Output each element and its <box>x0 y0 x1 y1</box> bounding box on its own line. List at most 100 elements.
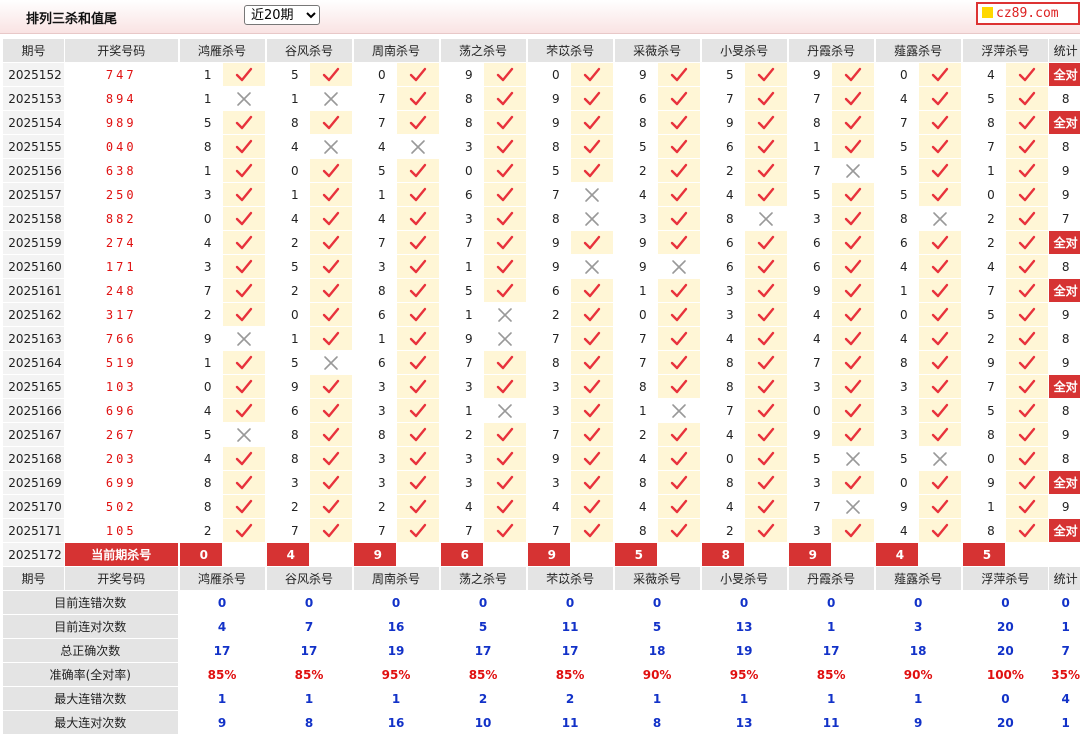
kill-number: 2 <box>625 164 647 178</box>
kill-number-cell: 5 <box>875 135 919 159</box>
kill-number: 8 <box>364 428 386 442</box>
check-icon <box>1006 423 1049 447</box>
current-kill-cell: 9 <box>788 543 832 567</box>
summary-value-text: 11 <box>823 716 840 730</box>
column-header: 丹霞杀号 <box>788 39 875 63</box>
summary-value: 2 <box>440 687 527 711</box>
kill-number-cell: 8 <box>440 111 484 135</box>
summary-value-text: 1 <box>914 692 922 706</box>
check-icon <box>571 303 614 327</box>
kill-number-cell: 4 <box>962 255 1006 279</box>
summary-value-text: 2 <box>479 692 487 706</box>
kill-number-cell: 1 <box>875 279 919 303</box>
draw-number: 248 <box>106 284 137 298</box>
summary-value: 1 <box>353 687 440 711</box>
kill-number: 0 <box>973 452 995 466</box>
period-select[interactable]: 近20期 <box>244 5 320 25</box>
summary-value-text: 0 <box>566 596 574 610</box>
kill-number-cell: 7 <box>614 351 658 375</box>
kill-number: 8 <box>625 116 647 130</box>
kill-number: 5 <box>277 356 299 370</box>
kill-number: 6 <box>625 92 647 106</box>
check-icon <box>658 111 701 135</box>
kill-number-cell: 1 <box>440 399 484 423</box>
kill-number-cell: 3 <box>701 303 745 327</box>
summary-value: 0 <box>962 591 1049 615</box>
site-logo[interactable]: cz89.com <box>976 2 1080 25</box>
kill-number: 8 <box>538 356 560 370</box>
kill-number-cell: 3 <box>353 399 397 423</box>
kill-number-cell: 8 <box>962 111 1006 135</box>
kill-number: 5 <box>277 68 299 82</box>
kill-number-cell: 5 <box>614 135 658 159</box>
kill-number: 9 <box>799 428 821 442</box>
kill-number: 3 <box>451 140 473 154</box>
kill-number-cell: 1 <box>614 399 658 423</box>
kill-number: 3 <box>712 308 734 322</box>
kill-number: 5 <box>886 452 908 466</box>
kill-number: 9 <box>799 68 821 82</box>
summary-value-text: 0 <box>1061 596 1069 610</box>
check-icon <box>658 87 701 111</box>
summary-value-text: 19 <box>736 644 753 658</box>
summary-value: 0 <box>266 591 353 615</box>
issue-number: 2025163 <box>5 332 61 346</box>
column-header-label: 鸿雁杀号 <box>198 572 246 586</box>
kill-number-cell: 7 <box>353 231 397 255</box>
issue-cell: 2025165 <box>3 375 65 399</box>
column-header-label: 采薇杀号 <box>633 572 681 586</box>
table-row: 202516726758827249389 <box>3 423 1080 447</box>
kill-number-cell: 3 <box>353 447 397 471</box>
check-icon <box>1006 63 1049 87</box>
kill-number: 7 <box>538 524 560 538</box>
kill-number: 3 <box>799 476 821 490</box>
draw-number: 747 <box>106 68 137 82</box>
issue-cell: 2025155 <box>3 135 65 159</box>
current-issue-cell: 2025172 <box>3 543 65 567</box>
summary-value: 10 <box>440 711 527 735</box>
check-icon <box>223 447 266 471</box>
kill-number: 3 <box>364 260 386 274</box>
summary-value: 13 <box>701 615 788 639</box>
column-header: 开奖号码 <box>65 39 179 63</box>
summary-value-text: 1 <box>827 692 835 706</box>
kill-number: 4 <box>712 428 734 442</box>
kill-number: 3 <box>799 524 821 538</box>
summary-value-text: 4 <box>1061 692 1069 706</box>
issue-cell: 2025170 <box>3 495 65 519</box>
summary-value: 85% <box>179 663 266 687</box>
kill-number: 2 <box>190 308 212 322</box>
kill-number: 9 <box>190 332 212 346</box>
check-icon <box>484 183 527 207</box>
kill-number-cell: 3 <box>440 375 484 399</box>
kill-number-cell: 7 <box>527 519 571 543</box>
summary-value: 0 <box>875 591 962 615</box>
issue-number: 2025153 <box>5 92 61 106</box>
kill-number-cell: 1 <box>353 183 397 207</box>
kill-number: 2 <box>277 284 299 298</box>
draw-number-cell: 894 <box>65 87 179 111</box>
kill-number: 6 <box>538 284 560 298</box>
check-icon <box>832 471 875 495</box>
issue-cell: 2025171 <box>3 519 65 543</box>
kill-number-cell: 9 <box>788 279 832 303</box>
current-blank-cell <box>484 543 527 567</box>
kill-number: 2 <box>973 236 995 250</box>
check-icon <box>919 159 962 183</box>
kill-number: 4 <box>625 452 647 466</box>
check-icon <box>484 471 527 495</box>
kill-number: 8 <box>538 212 560 226</box>
kill-number: 5 <box>277 260 299 274</box>
kill-number: 0 <box>625 308 647 322</box>
check-icon <box>658 447 701 471</box>
issue-cell: 2025167 <box>3 423 65 447</box>
summary-value: 1 <box>701 687 788 711</box>
check-icon <box>1006 135 1049 159</box>
column-header-label: 薤露杀号 <box>894 44 942 58</box>
kill-number-cell: 1 <box>353 327 397 351</box>
summary-value-text: 0 <box>218 596 226 610</box>
kill-number: 8 <box>799 116 821 130</box>
column-header-label: 期号 <box>21 572 45 586</box>
summary-value-text: 0 <box>827 596 835 610</box>
kill-number-cell: 1 <box>788 135 832 159</box>
